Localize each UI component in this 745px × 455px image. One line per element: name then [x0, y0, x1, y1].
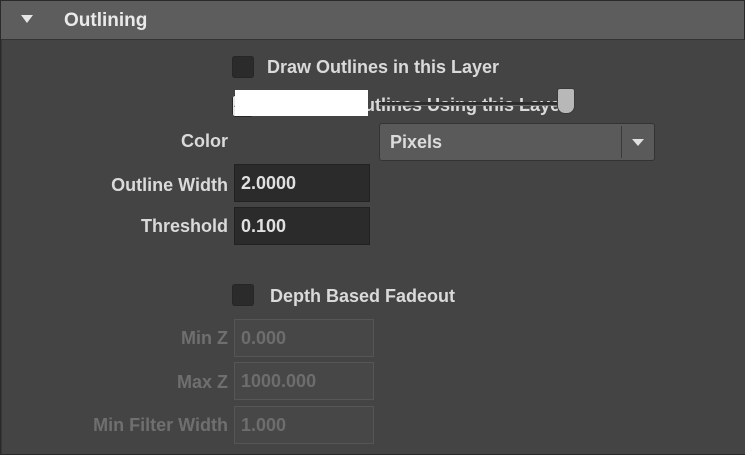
color-slider-track[interactable] [379, 102, 569, 106]
dropdown-divider [621, 126, 622, 158]
outline-width-input[interactable]: 2.0000 [234, 164, 370, 202]
depth-fadeout-label: Depth Based Fadeout [270, 286, 456, 306]
outline-width-unit-dropdown[interactable]: Pixels [379, 123, 655, 161]
depth-fadeout-checkbox[interactable] [232, 284, 254, 306]
draw-outlines-label: Draw Outlines in this Layer [267, 57, 500, 77]
min-z-label: Min Z [181, 328, 228, 348]
color-label: Color [181, 131, 228, 151]
threshold-input[interactable]: 0.100 [234, 207, 370, 245]
color-swatch[interactable] [235, 90, 368, 116]
max-z-input[interactable]: 1000.000 [234, 362, 374, 400]
outline-width-unit-value: Pixels [390, 132, 443, 152]
section-header-outlining[interactable]: Outlining [1, 1, 744, 40]
threshold-label: Threshold [140, 216, 228, 236]
chevron-down-icon[interactable] [632, 139, 644, 146]
outlining-panel: Outlining Draw Outlines in this Layer Ge… [0, 0, 745, 455]
min-filter-width-label: Min Filter Width [93, 415, 228, 435]
section-title: Outlining [64, 10, 148, 31]
color-slider-thumb[interactable] [557, 88, 575, 114]
min-z-input[interactable]: 0.000 [234, 319, 374, 357]
section-body: Draw Outlines in this Layer Generate Out… [1, 40, 745, 454]
draw-outlines-checkbox[interactable] [232, 56, 254, 78]
triangle-down-icon[interactable] [21, 15, 33, 23]
min-filter-width-input[interactable]: 1.000 [234, 406, 374, 444]
outline-width-label: Outline Width [111, 175, 228, 195]
max-z-label: Max Z [176, 372, 228, 392]
